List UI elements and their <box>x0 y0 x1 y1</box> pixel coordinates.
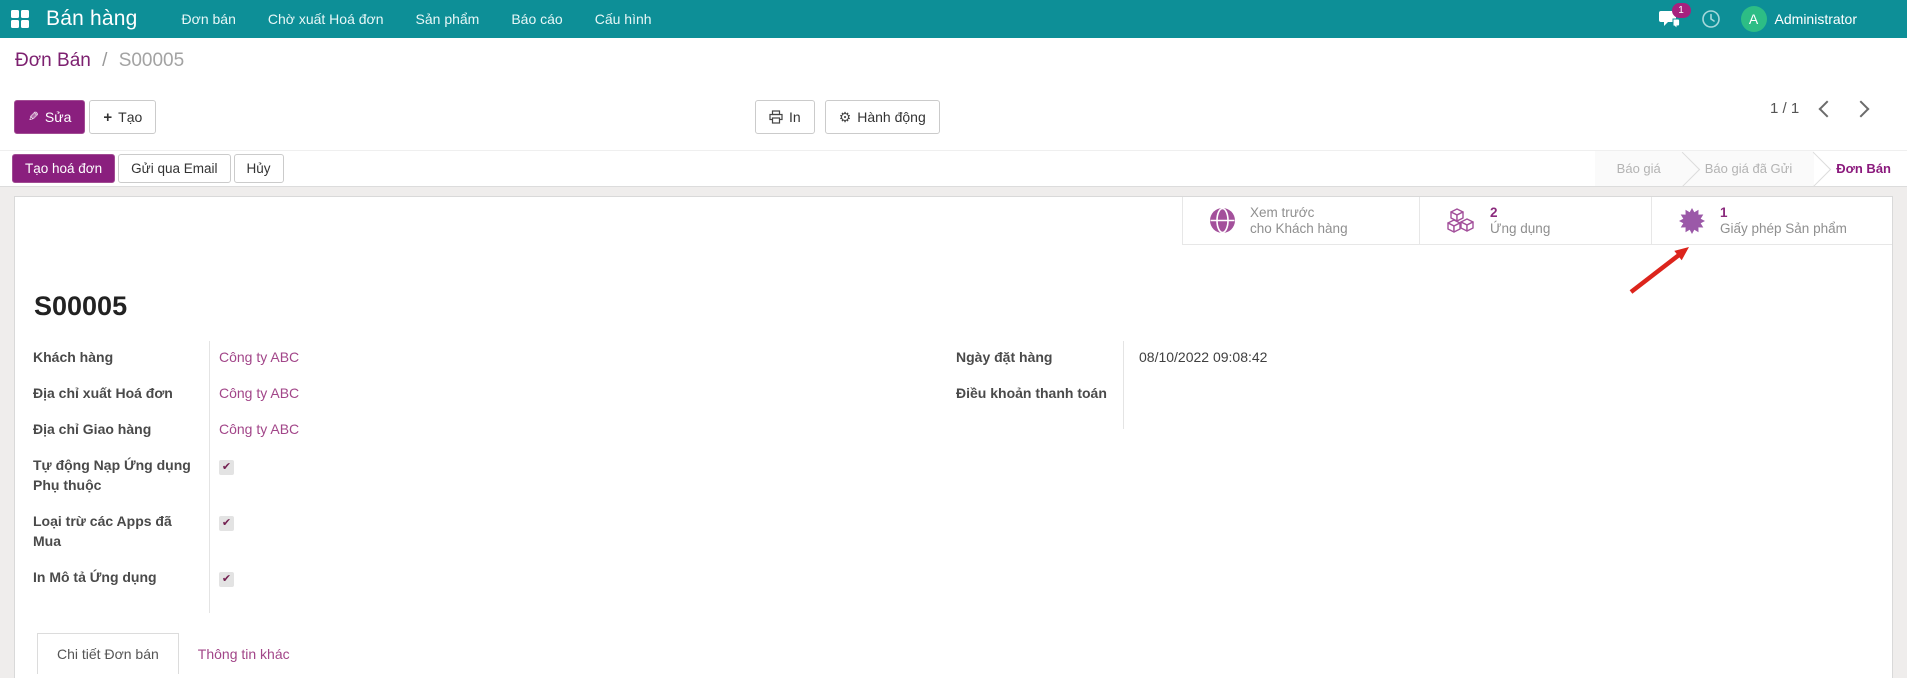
messages-badge: 1 <box>1672 3 1691 18</box>
status-steps: Báo giá Báo giá đã Gửi Đơn Bán <box>1595 151 1907 186</box>
menu-item-cho-xuat-hoa-don[interactable]: Chờ xuất Hoá đơn <box>252 0 400 38</box>
field-label-print-app-description: In Mô tả Ứng dụng <box>33 567 191 587</box>
pencil-icon: ✎ <box>28 109 39 125</box>
messages-icon[interactable]: 1 <box>1659 10 1681 28</box>
main-menu: Đơn bán Chờ xuất Hoá đơn Sản phẩm Báo cá… <box>166 0 668 38</box>
field-row: Địa chỉ Giao hàng Công ty ABC <box>33 419 753 439</box>
cubes-icon <box>1446 207 1476 235</box>
licenses-count: 1 <box>1720 205 1728 220</box>
avatar: A <box>1741 6 1767 32</box>
activity-clock-icon[interactable] <box>1701 9 1721 29</box>
stat-line2: cho Khách hàng <box>1250 221 1348 236</box>
field-group-left: Khách hàng Công ty ABC Địa chỉ xuất Hoá … <box>33 347 753 603</box>
field-label-auto-install-deps: Tự động Nạp Ứng dụng Phụ thuộc <box>33 455 191 495</box>
systray: 1 A Administrator <box>1659 6 1857 32</box>
globe-icon <box>1209 207 1236 234</box>
field-label-payment-terms: Điều khoản thanh toán <box>956 383 1124 403</box>
customer-preview-stat-button[interactable]: Xem trước cho Khách hàng <box>1182 197 1419 245</box>
menu-item-don-ban[interactable]: Đơn bán <box>166 0 252 38</box>
field-label-invoice-address: Địa chỉ xuất Hoá đơn <box>33 383 191 403</box>
app-brand[interactable]: Bán hàng <box>46 7 138 31</box>
pager-previous-icon[interactable] <box>1819 100 1836 117</box>
field-row: Ngày đặt hàng 08/10/2022 09:08:42 <box>956 347 1516 367</box>
status-step-quotation-sent[interactable]: Báo giá đã Gửi <box>1683 151 1814 186</box>
apps-count: 2 <box>1490 205 1498 220</box>
action-button[interactable]: ⚙ Hành động <box>825 100 940 134</box>
create-invoice-button[interactable]: Tạo hoá đơn <box>12 154 115 183</box>
menu-item-cau-hinh[interactable]: Cấu hình <box>579 0 668 38</box>
checkbox-print-app-description[interactable]: ✔ <box>219 572 234 587</box>
tab-other-info[interactable]: Thông tin khác <box>179 633 309 674</box>
product-licenses-stat-button[interactable]: 1 Giấy phép Sản phẩm <box>1651 197 1892 245</box>
stat-button-box: Xem trước cho Khách hàng 2 Ứng dụng <box>1182 197 1892 245</box>
field-label-exclude-purchased-apps: Loại trừ các Apps đã Mua <box>33 511 191 551</box>
tab-order-lines[interactable]: Chi tiết Đơn bán <box>37 633 179 674</box>
printer-icon <box>769 110 783 124</box>
cancel-button[interactable]: Hủy <box>234 154 284 183</box>
field-row: Tự động Nạp Ứng dụng Phụ thuộc ✔ <box>33 455 753 495</box>
record-action-buttons: ✎ Sửa + Tạo <box>14 100 156 134</box>
pager-next-icon[interactable] <box>1853 100 1870 117</box>
status-step-quotation[interactable]: Báo giá <box>1595 151 1683 186</box>
apps-label: Ứng dụng <box>1490 221 1550 236</box>
field-row: Khách hàng Công ty ABC <box>33 347 753 367</box>
field-label-customer: Khách hàng <box>33 347 191 367</box>
field-group-right: Ngày đặt hàng 08/10/2022 09:08:42 Điều k… <box>956 347 1516 419</box>
control-panel: Đơn Bán / S00005 ✎ Sửa + Tạo In ⚙ Hành đ… <box>0 38 1907 150</box>
menu-item-san-pham[interactable]: Sản phẩm <box>400 0 496 38</box>
apps-stat-button[interactable]: 2 Ứng dụng <box>1419 197 1651 245</box>
plus-icon: + <box>103 109 112 126</box>
field-row: Địa chỉ xuất Hoá đơn Công ty ABC <box>33 383 753 403</box>
apps-grid-icon[interactable] <box>10 9 30 29</box>
breadcrumb-current: S00005 <box>119 50 185 71</box>
field-row: Loại trừ các Apps đã Mua ✔ <box>33 511 753 551</box>
menu-item-bao-cao[interactable]: Báo cáo <box>495 0 578 38</box>
edit-button[interactable]: ✎ Sửa <box>14 100 85 134</box>
licenses-label: Giấy phép Sản phẩm <box>1720 221 1847 236</box>
user-menu[interactable]: A Administrator <box>1741 6 1857 32</box>
breadcrumb-separator: / <box>102 50 107 71</box>
pager-value: 1 / 1 <box>1770 100 1799 117</box>
breadcrumb: Đơn Bán / S00005 <box>15 50 184 72</box>
print-action-buttons: In ⚙ Hành động <box>755 100 940 134</box>
create-button[interactable]: + Tạo <box>89 100 156 134</box>
notebook-tabs: Chi tiết Đơn bán Thông tin khác <box>37 633 309 674</box>
record-title: S00005 <box>34 291 127 322</box>
field-value-order-date: 08/10/2022 09:08:42 <box>1124 347 1267 367</box>
top-nav-bar: Bán hàng Đơn bán Chờ xuất Hoá đơn Sản ph… <box>0 0 1907 38</box>
field-row: Điều khoản thanh toán <box>956 383 1516 403</box>
print-button[interactable]: In <box>755 100 815 134</box>
user-name: Administrator <box>1775 11 1857 27</box>
field-value-invoice-address[interactable]: Công ty ABC <box>191 383 299 403</box>
checkbox-exclude-purchased-apps[interactable]: ✔ <box>219 516 234 531</box>
pager: 1 / 1 <box>1770 100 1867 117</box>
field-row: In Mô tả Ứng dụng ✔ <box>33 567 753 587</box>
checkbox-auto-install-deps[interactable]: ✔ <box>219 460 234 475</box>
seal-icon <box>1678 207 1706 235</box>
field-label-delivery-address: Địa chỉ Giao hàng <box>33 419 191 439</box>
breadcrumb-parent[interactable]: Đơn Bán <box>15 50 91 71</box>
gear-icon: ⚙ <box>839 109 852 126</box>
field-value-delivery-address[interactable]: Công ty ABC <box>191 419 299 439</box>
field-label-order-date: Ngày đặt hàng <box>956 347 1124 367</box>
form-sheet: Xem trước cho Khách hàng 2 Ứng dụng <box>14 196 1893 678</box>
field-value-customer[interactable]: Công ty ABC <box>191 347 299 367</box>
statusbar: Tạo hoá đơn Gửi qua Email Hủy Báo giá Bá… <box>0 150 1907 187</box>
stat-line1: Xem trước <box>1250 205 1314 220</box>
send-by-email-button[interactable]: Gửi qua Email <box>118 154 230 183</box>
field-value-payment-terms <box>1124 383 1139 403</box>
